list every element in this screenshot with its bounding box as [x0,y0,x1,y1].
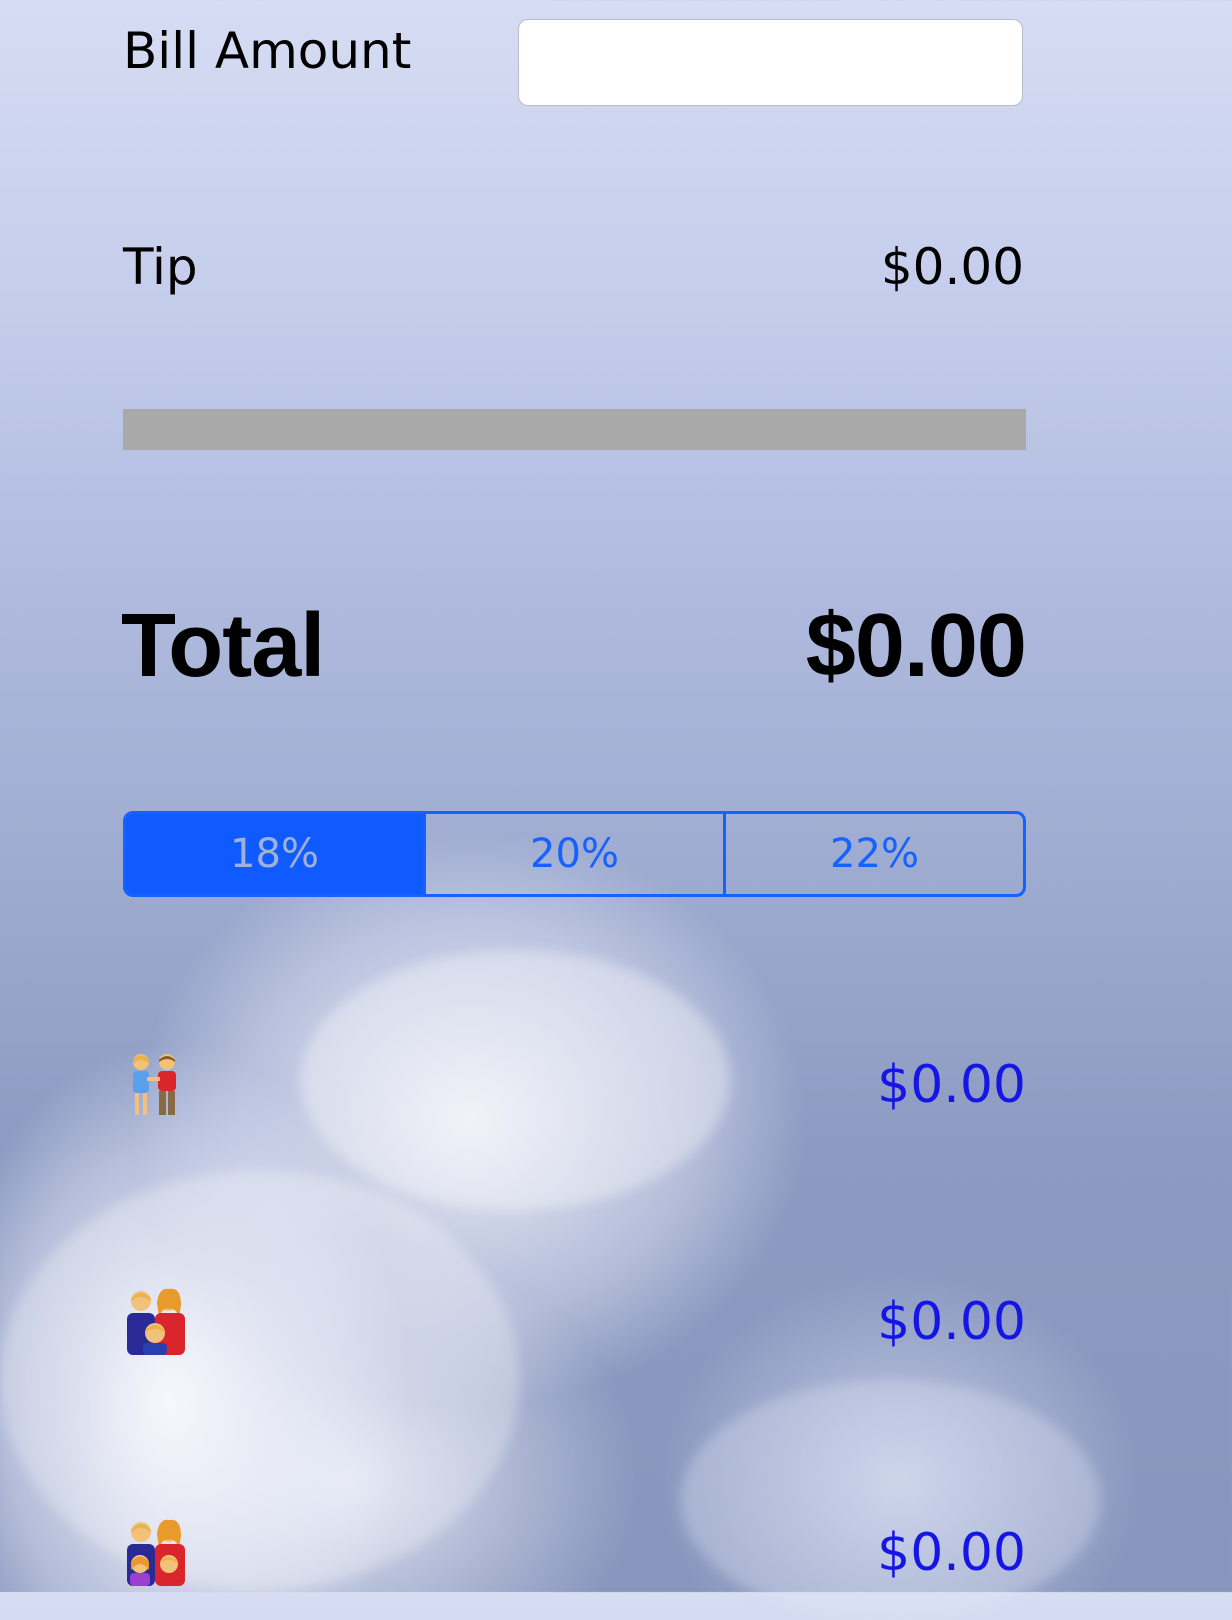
bill-amount-label: Bill Amount [123,22,412,80]
family-three-icon [127,1288,185,1355]
couple-icon [133,1054,176,1115]
tip-option-20[interactable]: 20% [423,814,723,894]
split-four-value: $0.00 [877,1523,1026,1583]
bill-amount-input[interactable] [518,19,1023,106]
divider-bar [123,409,1026,450]
split-three-value: $0.00 [877,1292,1026,1352]
split-row-four-people: $0.00 [123,1518,1026,1598]
tip-value: $0.00 [880,238,1024,296]
tip-option-22[interactable]: 22% [723,814,1023,894]
total-label: Total [121,596,325,696]
tip-option-18[interactable]: 18% [126,814,423,894]
tip-percentage-segmented-control[interactable]: 18% 20% 22% [123,811,1026,897]
family-four-icon [127,1519,185,1586]
split-two-value: $0.00 [877,1055,1026,1115]
split-row-three-people: $0.00 [123,1287,1026,1367]
tip-label: Tip [123,238,198,296]
split-row-two-people: $0.00 [123,1050,1026,1130]
total-value: $0.00 [805,596,1027,696]
